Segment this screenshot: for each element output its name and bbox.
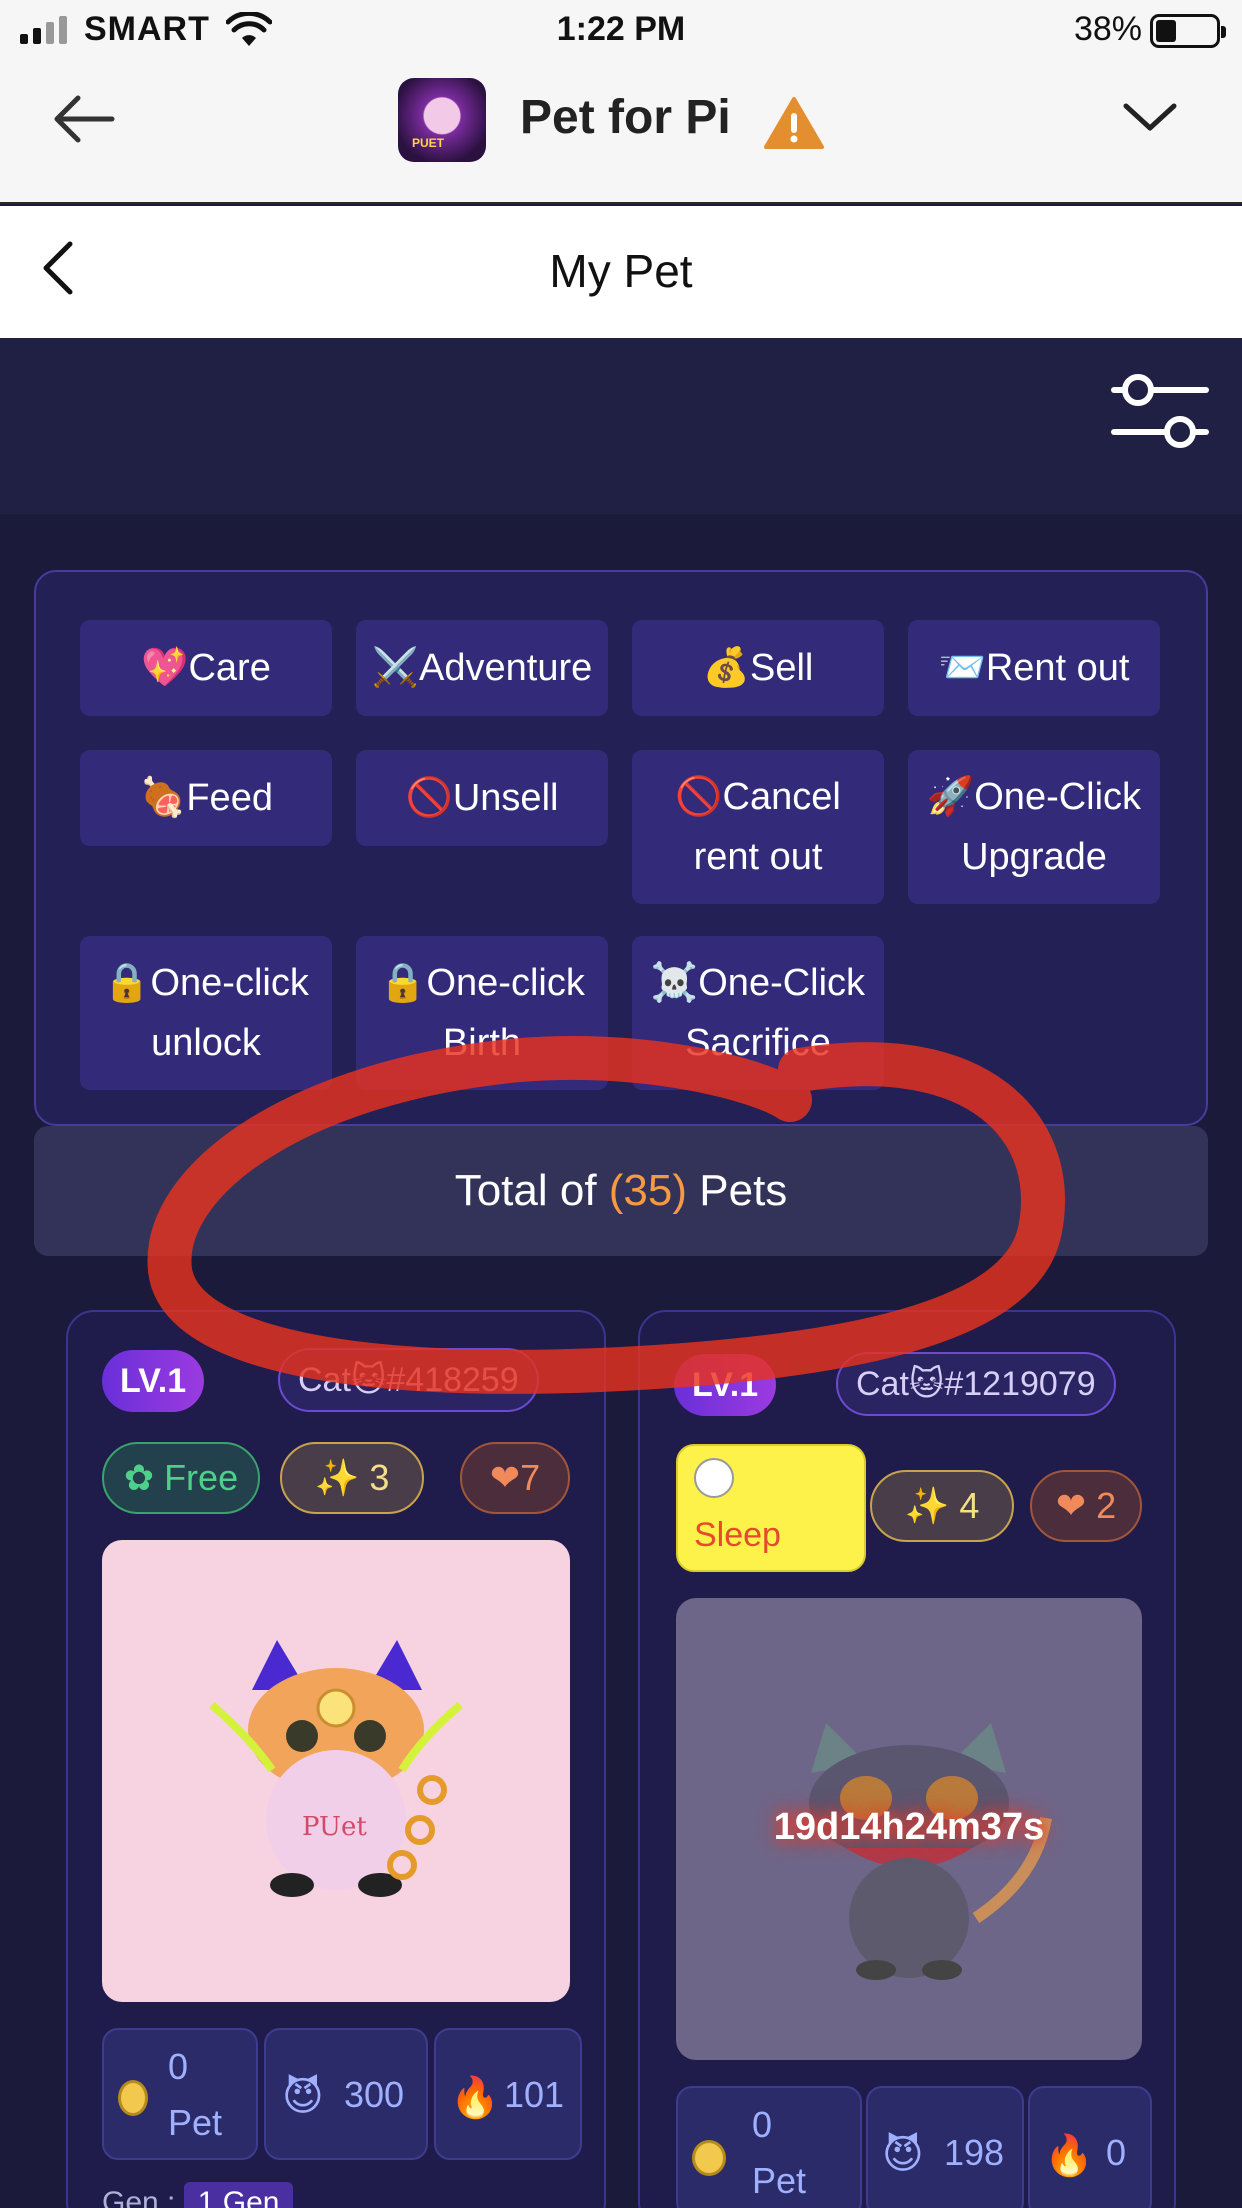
rent-out-button[interactable]: 📨Rent out	[908, 620, 1160, 716]
filter-bar	[0, 338, 1242, 514]
pet-coin-stat: 0 Pet	[676, 2086, 862, 2208]
heart-icon: ❤	[489, 1457, 521, 1498]
prohibited-icon: 🚫	[675, 776, 723, 818]
one-click-upgrade-button[interactable]: 🚀One-Click Upgrade	[908, 750, 1160, 904]
pet-card[interactable]: LV.1 Cat🐱#1219079 Sleep ✨ 4 ❤ 2 19d14h24…	[638, 1310, 1176, 2208]
coin-icon	[692, 2140, 726, 2176]
chevron-down-icon[interactable]	[1122, 100, 1178, 134]
envelope-icon: 📨	[938, 647, 986, 689]
cancel-rent-out-button[interactable]: 🚫Cancel rent out	[632, 750, 884, 904]
hearts-badge: ❤ 2	[1030, 1470, 1142, 1542]
level-badge: LV.1	[102, 1350, 205, 1412]
hearts-badge: ❤7	[460, 1442, 570, 1514]
unsell-button[interactable]: 🚫Unsell	[356, 750, 608, 846]
adventure-button[interactable]: ⚔️Adventure	[356, 620, 608, 716]
generation-badge: 1 Gen	[183, 2182, 294, 2208]
clover-icon: ✿	[123, 1457, 165, 1498]
stars-badge: ✨ 3	[280, 1442, 424, 1514]
sleep-countdown-timer: 19d14h24m37s	[773, 1806, 1045, 1848]
sparkles-icon: ✨	[314, 1457, 370, 1498]
lock-icon: 🔒	[379, 962, 427, 1004]
heart-icon: ❤	[1055, 1485, 1097, 1526]
warning-icon[interactable]	[764, 96, 824, 150]
filter-sliders-icon[interactable]	[1110, 368, 1210, 458]
crossed-swords-icon: ⚔️	[371, 647, 420, 689]
battery-percent: 38%	[1073, 10, 1142, 48]
pet-image[interactable]: PUet	[102, 1540, 570, 2002]
svg-text:PUet: PUet	[302, 1812, 367, 1842]
app-logo: PUET	[398, 78, 486, 162]
clock-icon	[694, 1458, 734, 1498]
coin-icon	[118, 2080, 148, 2116]
one-click-birth-button[interactable]: 🔒One-click Birth	[356, 936, 608, 1090]
fire-stat: 🔥 0	[1028, 2086, 1152, 2208]
status-sleep-badge: Sleep	[676, 1444, 866, 1572]
sell-button[interactable]: 💰Sell	[632, 620, 884, 716]
pink-cat-illustration: PUet	[209, 1640, 463, 1897]
status-free-badge: ✿ Free	[102, 1442, 260, 1514]
meat-icon: 🍖	[139, 777, 187, 819]
fire-icon: 🔥	[450, 2076, 500, 2120]
lock-icon: 🔒	[103, 962, 151, 1004]
sparkles-icon: ✨	[904, 1485, 960, 1526]
one-click-unlock-button[interactable]: 🔒One-click unlock	[80, 936, 332, 1090]
fire-icon: 🔥	[1044, 2134, 1094, 2178]
devil-face-icon: 😈	[882, 2133, 924, 2177]
pet-image[interactable]: 19d14h24m37s	[676, 1598, 1142, 2060]
pet-id-badge: Cat🐱#1219079	[836, 1352, 1116, 1416]
heart-sparkle-icon: 💖	[141, 647, 189, 689]
pet-card[interactable]: LV.1 Cat🐱#418259 ✿ Free ✨ 3 ❤7 PUet 0 Pe…	[66, 1310, 606, 2208]
total-suffix: Pets	[687, 1166, 788, 1215]
browser-back-arrow-icon[interactable]	[52, 92, 116, 146]
prohibited-icon: 🚫	[405, 777, 453, 819]
care-button[interactable]: 💖Care	[80, 620, 332, 716]
level-badge: LV.1	[674, 1354, 777, 1416]
feed-button[interactable]: 🍖Feed	[80, 750, 332, 846]
page-header: My Pet	[0, 206, 1242, 338]
stars-badge: ✨ 4	[870, 1470, 1014, 1542]
total-count: (35)	[608, 1166, 688, 1215]
pet-coin-stat: 0 Pet	[102, 2028, 258, 2160]
status-bar: SMART 1:22 PM 38%	[0, 0, 1242, 62]
devil-face-icon: 😈	[282, 2075, 324, 2119]
action-panel: 💖Care ⚔️Adventure 💰Sell 📨Rent out 🍖Feed …	[34, 570, 1208, 1126]
generation-info: Gen : 1 Gen	[102, 2182, 294, 2208]
power-stat: 😈 300	[264, 2028, 428, 2160]
skull-crossbones-icon: ☠️	[650, 962, 699, 1004]
pet-id-badge: Cat🐱#418259	[278, 1348, 539, 1412]
total-pets-bar: Total of (35) Pets	[34, 1126, 1208, 1256]
money-bag-icon: 💰	[702, 647, 750, 689]
one-click-sacrifice-button[interactable]: ☠️One-Click Sacrifice	[632, 936, 884, 1090]
app-title: Pet for Pi	[520, 91, 731, 144]
total-prefix: Total of	[454, 1166, 609, 1215]
fire-stat: 🔥 101	[434, 2028, 582, 2160]
browser-chrome: SMART 1:22 PM 38% PUET Pet for Pi	[0, 0, 1242, 204]
battery-icon	[1150, 14, 1226, 48]
page-title: My Pet	[549, 245, 693, 297]
rocket-icon: 🚀	[926, 776, 975, 818]
power-stat: 😈 198	[866, 2086, 1024, 2208]
status-time: 1:22 PM	[556, 10, 686, 48]
